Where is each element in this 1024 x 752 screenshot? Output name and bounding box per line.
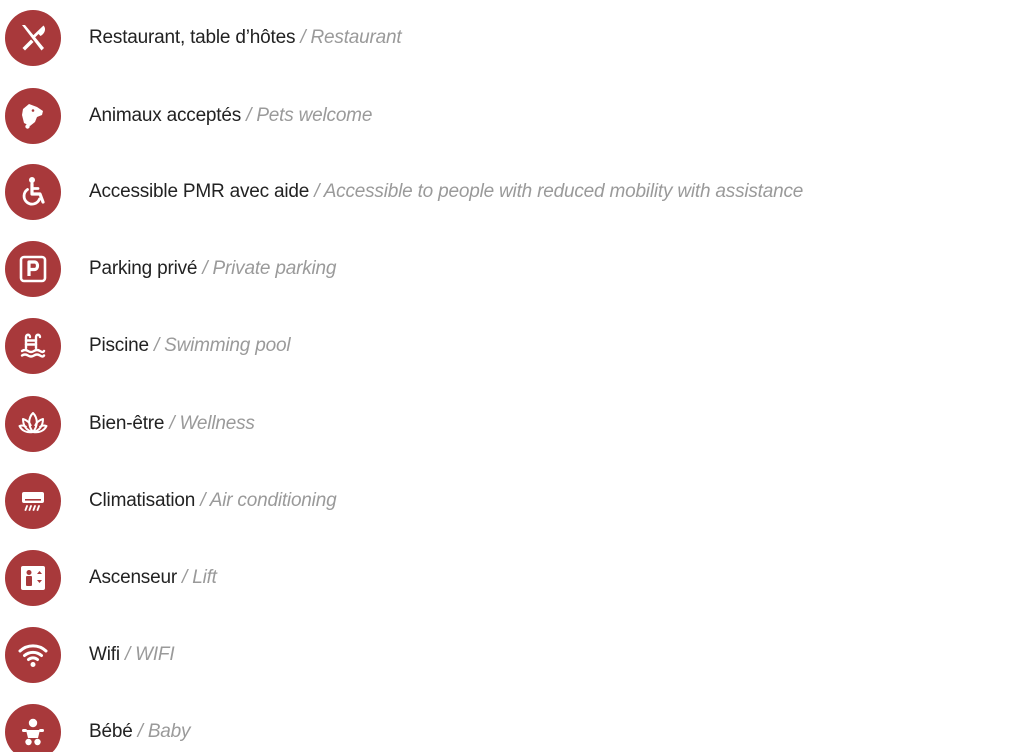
cutlery-icon [5,10,61,66]
amenity-label: Accessible PMR avec aide / Accessible to… [89,164,803,220]
amenity-name-fr: Animaux acceptés [89,105,242,126]
amenity-name-en: WIFI [135,644,175,665]
amenity-separator: / [197,258,213,279]
amenities-list: Restaurant, table d’hôtes / Restaurant A… [0,0,1024,752]
amenity-wifi: Wifi / WIFI [5,627,1024,683]
pool-icon [5,318,61,374]
wheelchair-icon [5,164,61,220]
elevator-icon [5,550,61,606]
amenity-separator: / [132,721,148,742]
amenity-separator: / [309,181,324,202]
amenity-name-en: Accessible to people with reduced mobili… [323,181,804,202]
amenity-label: Bébé / Baby [89,704,191,752]
amenity-restaurant: Restaurant, table d’hôtes / Restaurant [5,10,1024,66]
amenity-separator: / [195,490,210,511]
amenity-name-fr: Parking privé [89,258,198,279]
amenity-name-fr: Accessible PMR avec aide [89,181,310,202]
amenity-name-fr: Bien-être [89,413,165,434]
amenity-pool: Piscine / Swimming pool [5,318,1024,374]
amenity-label: Ascenseur / Lift [89,550,217,606]
amenity-name-fr: Ascenseur [89,567,177,588]
amenity-separator: / [119,644,136,665]
wifi-icon [5,627,61,683]
amenity-separator: / [241,105,257,126]
amenity-parking: Parking privé / Private parking [5,241,1024,297]
amenity-separator: / [176,567,193,588]
amenity-name-fr: Climatisation [89,490,196,511]
amenity-baby: Bébé / Baby [5,704,1024,752]
amenity-wellness: Bien-être / Wellness [5,396,1024,452]
amenity-label: Wifi / WIFI [89,627,175,683]
amenity-lift: Ascenseur / Lift [5,550,1024,606]
baby-icon [5,704,61,752]
amenity-name-fr: Piscine [89,335,149,356]
amenity-label: Animaux acceptés / Pets welcome [89,88,372,144]
amenity-separator: / [164,413,180,434]
amenity-label: Bien-être / Wellness [89,396,255,452]
amenity-name-en: Pets welcome [256,105,373,126]
amenity-name-en: Baby [147,721,191,742]
amenity-label: Restaurant, table d’hôtes / Restaurant [89,10,402,66]
air-conditioner-icon [5,473,61,529]
amenity-separator: / [148,335,165,356]
amenity-pets: Animaux acceptés / Pets welcome [5,88,1024,144]
lotus-icon [5,396,61,452]
amenity-separator: / [295,27,311,48]
amenity-name-fr: Bébé [89,721,133,742]
amenity-name-en: Private parking [212,258,337,279]
amenity-name-en: Lift [192,567,217,588]
amenity-name-en: Air conditioning [209,490,337,511]
amenity-name-en: Swimming pool [164,335,291,356]
amenity-accessibility: Accessible PMR avec aide / Accessible to… [5,164,1024,220]
amenity-name-fr: Restaurant, table d’hôtes [89,27,296,48]
amenity-label: Climatisation / Air conditioning [89,473,337,529]
amenity-name-fr: Wifi [89,644,120,665]
amenity-label: Piscine / Swimming pool [89,318,291,374]
amenity-name-en: Restaurant [310,27,402,48]
parking-icon [5,241,61,297]
amenity-air-conditioning: Climatisation / Air conditioning [5,473,1024,529]
dog-icon [5,88,61,144]
amenity-label: Parking privé / Private parking [89,241,336,297]
amenity-name-en: Wellness [179,413,255,434]
